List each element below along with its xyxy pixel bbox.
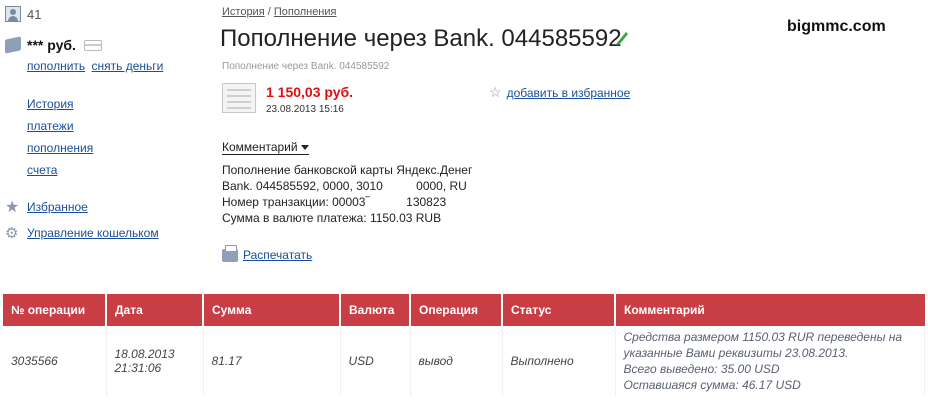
cell-operation: вывод bbox=[410, 326, 503, 396]
wallet-manage-row: ⚙ Управление кошельком bbox=[5, 224, 159, 242]
operation-amount: 1 150,03 руб. bbox=[266, 84, 354, 100]
col-header-operation: Операция bbox=[410, 294, 503, 326]
sidebar-item-history[interactable]: История bbox=[27, 97, 74, 111]
table-row: 3035566 18.08.2013 21:31:06 81.17 USD выв… bbox=[3, 326, 925, 396]
comment-line: Пополнение банковской карты Яндекс.Денег bbox=[222, 163, 473, 177]
withdraw-link[interactable]: снять деньги bbox=[92, 59, 164, 73]
wallet-icon bbox=[5, 36, 21, 54]
cell-date-day: 18.08.2013 bbox=[114, 347, 175, 361]
add-favorite-link[interactable]: добавить в избранное bbox=[507, 86, 631, 100]
star-icon: ★ bbox=[5, 199, 20, 216]
wallet-links: пополнить снять деньги bbox=[27, 59, 166, 73]
breadcrumb-separator: / bbox=[264, 6, 274, 18]
table-header-row: № операции Дата Сумма Валюта Операция Ст… bbox=[3, 294, 925, 326]
caret-down-icon bbox=[300, 144, 309, 150]
comment-toggle[interactable]: Комментарий bbox=[222, 140, 309, 155]
user-icon bbox=[5, 6, 21, 22]
cell-currency: USD bbox=[340, 326, 411, 396]
print-row[interactable]: Распечатать bbox=[222, 244, 312, 262]
comment-text: Пополнение банковской карты Яндекс.Денег… bbox=[222, 162, 472, 226]
sidebar-item-payments[interactable]: платежи bbox=[27, 119, 74, 133]
cell-comment-line: Всего выведено: 35.00 USD bbox=[623, 362, 780, 376]
cell-date-time: 21:31:06 bbox=[114, 361, 162, 375]
cell-comment-line: Оставшаяся сумма: 46.17 USD bbox=[623, 378, 801, 392]
col-header-date: Дата bbox=[106, 294, 204, 326]
favorites-link[interactable]: Избранное bbox=[27, 200, 88, 214]
comment-toggle-label: Комментарий bbox=[222, 140, 298, 154]
col-header-sum: Сумма bbox=[203, 294, 341, 326]
cell-id: 3035566 bbox=[3, 326, 107, 396]
page-subtitle: Пополнение через Bank. 044585592 bbox=[222, 61, 390, 72]
favorites-row: ★ Избранное bbox=[5, 197, 88, 217]
col-header-id: № операции bbox=[3, 294, 107, 326]
comment-line: Номер транзакции: 00003‾ 130823 bbox=[222, 195, 447, 209]
cell-comment: Средства размером 1150.03 RUR переведены… bbox=[615, 326, 925, 396]
print-link[interactable]: Распечатать bbox=[243, 248, 312, 262]
cell-date: 18.08.2013 21:31:06 bbox=[106, 326, 204, 396]
wallet-row: *** руб. bbox=[5, 36, 102, 54]
comment-line: Сумма в валюте платежа: 1150.03 RUB bbox=[222, 211, 442, 225]
breadcrumb-topups[interactable]: Пополнения bbox=[274, 6, 337, 18]
wallet-manage-link[interactable]: Управление кошельком bbox=[27, 226, 159, 240]
watermark: bigmmc.com bbox=[787, 18, 886, 35]
star-outline-icon: ☆ bbox=[489, 84, 502, 100]
page-title: Пополнение через Bank. 044585592 bbox=[220, 25, 622, 52]
cell-sum: 81.17 bbox=[203, 326, 341, 396]
cell-status: Выполнено bbox=[502, 326, 616, 396]
comment-line: Bank. 044585592, 0000, 3010 0000, RU bbox=[222, 179, 467, 193]
col-header-comment: Комментарий bbox=[615, 294, 925, 326]
user-row: 41 bbox=[5, 6, 41, 22]
operation-datetime: 23.08.2013 15:16 bbox=[266, 104, 344, 115]
sidebar-item-topups[interactable]: пополнения bbox=[27, 141, 93, 155]
edit-pencil-icon[interactable] bbox=[614, 28, 630, 46]
topup-link[interactable]: пополнить bbox=[27, 59, 85, 73]
cell-comment-line: Средства размером 1150.03 RUR переведены… bbox=[623, 330, 903, 344]
receipt-icon bbox=[222, 83, 256, 113]
breadcrumb: История / Пополнения bbox=[222, 6, 337, 18]
cell-comment-line: указанные Вами реквизиты 23.08.2013. bbox=[623, 346, 849, 360]
side-menu: История платежи пополнения счета bbox=[27, 96, 93, 184]
operations-table: № операции Дата Сумма Валюта Операция Ст… bbox=[3, 294, 925, 396]
user-id: 41 bbox=[27, 6, 42, 22]
col-header-status: Статус bbox=[502, 294, 616, 326]
add-favorite[interactable]: ☆ добавить в избранное bbox=[489, 84, 630, 101]
gear-icon: ⚙ bbox=[5, 225, 19, 242]
card-icon[interactable] bbox=[83, 39, 102, 51]
wallet-balance: *** руб. bbox=[27, 37, 76, 53]
printer-icon bbox=[222, 244, 238, 262]
sidebar-item-invoices[interactable]: счета bbox=[27, 163, 57, 177]
col-header-currency: Валюта bbox=[340, 294, 411, 326]
breadcrumb-history[interactable]: История bbox=[222, 6, 265, 18]
